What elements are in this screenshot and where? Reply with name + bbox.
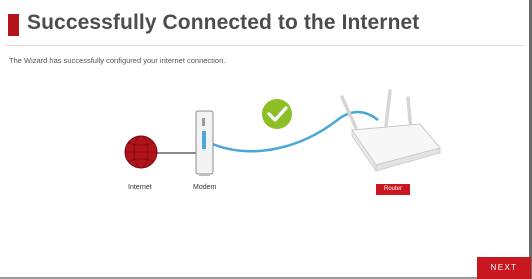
- next-button[interactable]: NEXT: [477, 257, 531, 279]
- check-icon: [262, 99, 292, 129]
- modem-label: Modem: [193, 184, 217, 191]
- router-icon: [340, 89, 441, 173]
- wizard-panel: Successfully Connected to the Internet T…: [0, 0, 532, 279]
- router-label: Router: [376, 184, 410, 195]
- internet-label: Internet: [128, 184, 152, 191]
- connection-diagram: [124, 89, 441, 176]
- modem-icon: [195, 110, 214, 176]
- internet-globe-icon: [124, 135, 158, 169]
